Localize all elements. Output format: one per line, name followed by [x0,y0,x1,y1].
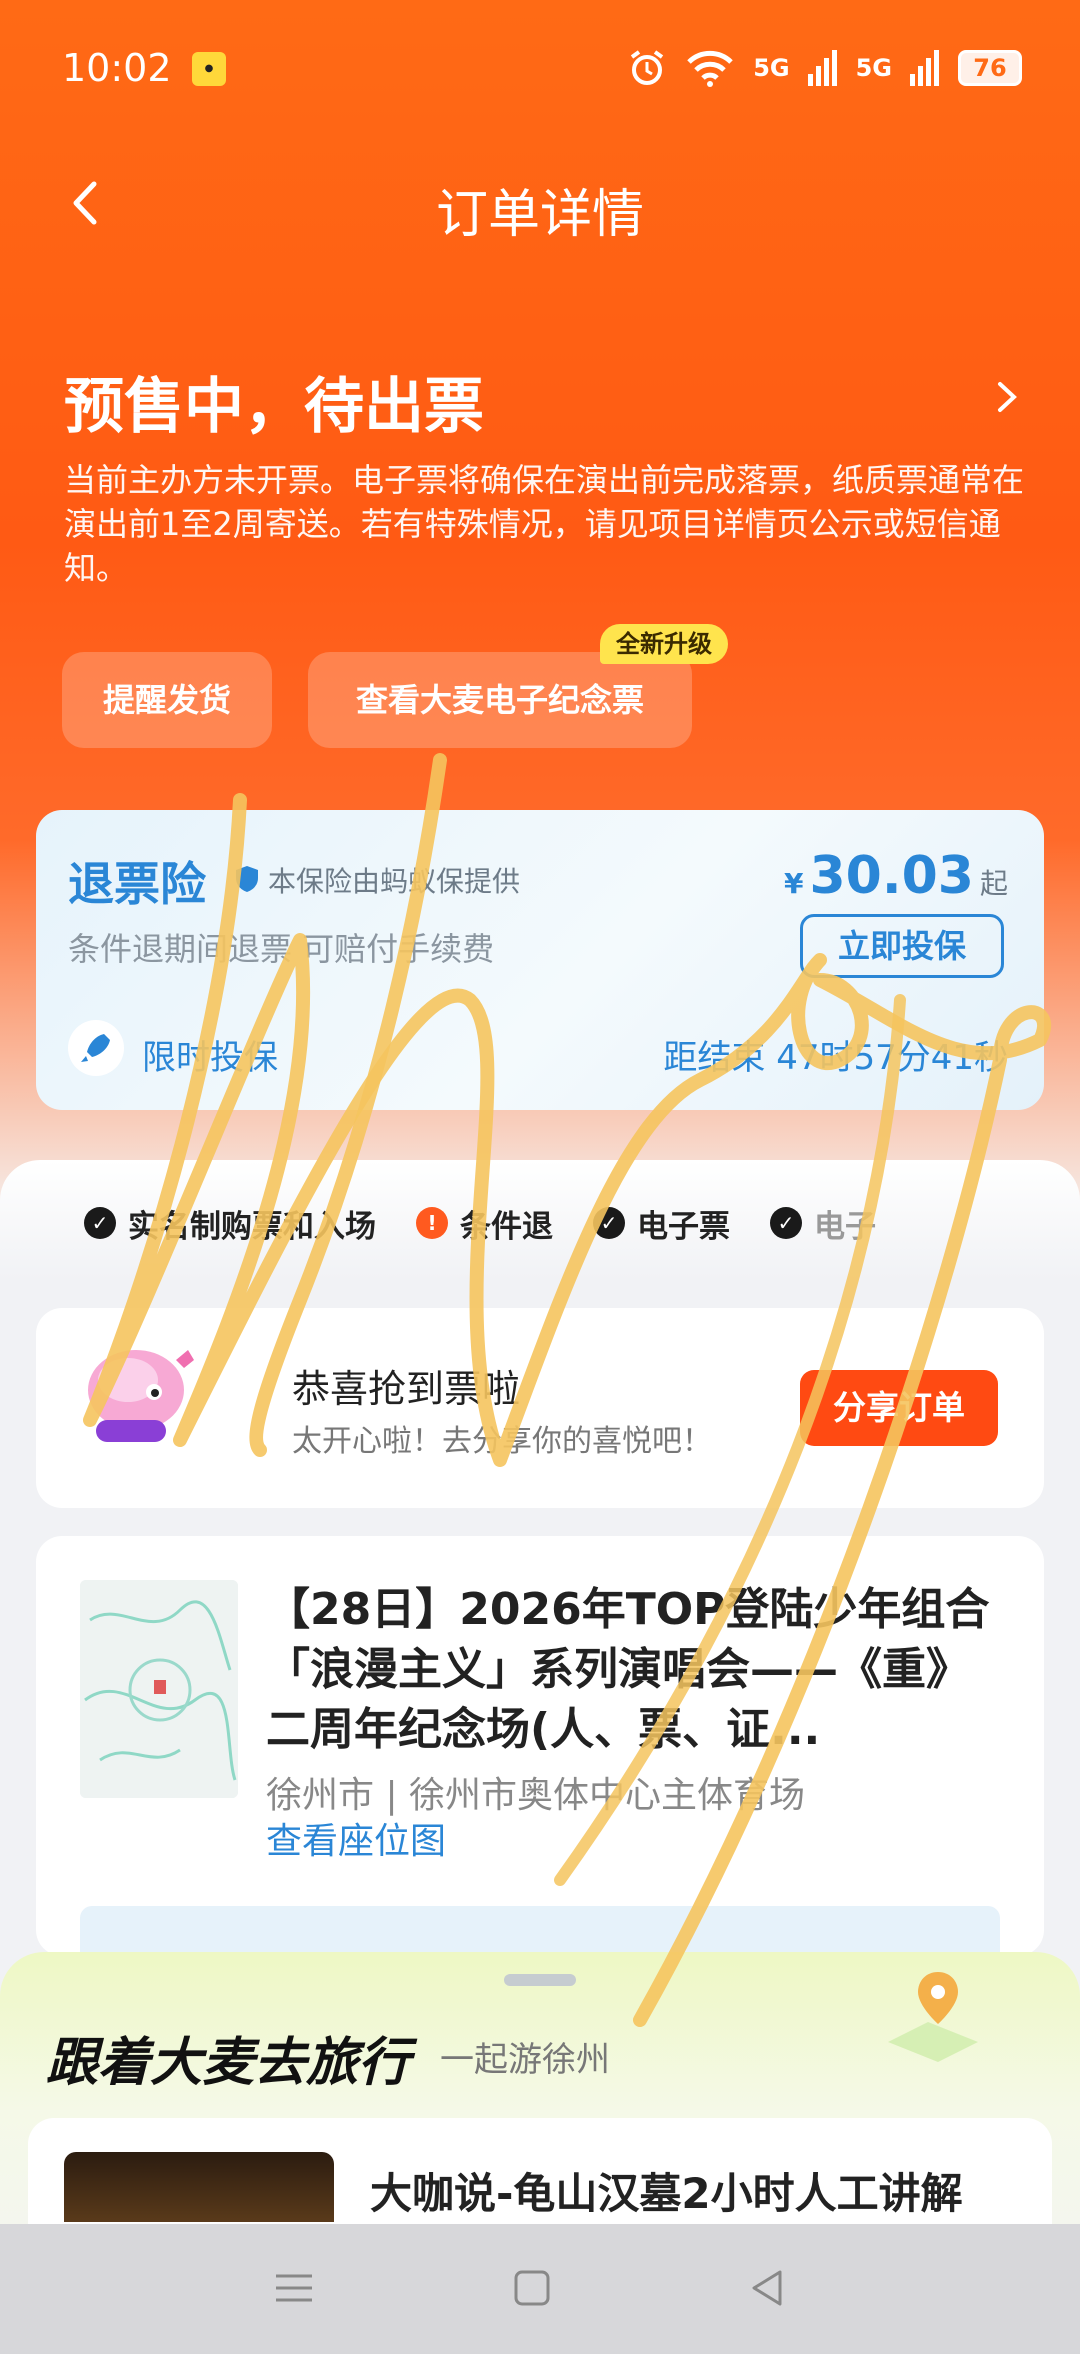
price-suffix: 起 [979,867,1008,900]
show-venue: 徐州市 | 徐州市奥体中心主体育场 [266,1775,806,1816]
show-poster[interactable] [80,1580,238,1798]
battery-icon: 76 [958,50,1022,86]
insurance-subtitle: 条件退期间退票 可赔付手续费 [68,930,495,968]
price-value: 30.03 [809,846,974,906]
insurance-provider: 本保险由蚂蚁保提供 [268,865,521,898]
feature-eticket: ✓ 电子票 [593,1198,730,1248]
order-status-description: 当前主办方未开票。电子票将确保在演出前完成落票，纸质票通常在演出前1至2周寄送。… [64,461,1025,587]
check-icon: ✓ [593,1207,625,1239]
signal-1-icon [807,50,837,86]
buy-insurance-button[interactable]: 立即投保 [800,914,1004,978]
page-title: 订单详情 [435,185,644,245]
sheet-drag-handle[interactable] [504,1974,576,1986]
signal-1-label: 5G [753,54,790,82]
nav-bar: 订单详情 [0,160,1080,250]
feature-eticket-2: ✓ 电子 [770,1198,876,1248]
remind-delivery-button[interactable]: 提醒发货 [62,652,272,748]
order-status-title[interactable]: 预售中，待出票 [64,358,484,445]
feature-label: 条件退 [460,1208,553,1245]
back-triangle-icon[interactable] [744,2264,792,2312]
status-icons: 5G 5G 76 [627,48,1022,88]
status-time: 10:02 [62,46,172,90]
status-bar: 10:02 ● 5G 5G 76 [0,0,1080,140]
upgrade-badge: 全新升级 [600,624,728,664]
signal-2-label: 5G [855,54,892,82]
menu-icon[interactable] [270,2264,318,2312]
shield-icon [236,866,258,892]
show-title: 【28日】2026年TOP登陆少年组合「浪漫主义」系列演唱会——《重》二周年纪念… [266,1584,990,1755]
map-pin-icon [888,1972,978,2062]
share-title: 恭喜抢到票啦 [292,1367,521,1411]
feature-conditional-refund: ! 条件退 [416,1198,553,1248]
ticket-features-row[interactable]: ✓ 实名制购票和入场 ! 条件退 ✓ 电子票 ✓ 电子 [84,1198,984,1248]
limited-time-label: 限时投保 [142,1038,278,1078]
share-subtitle: 太开心啦！去分享你的喜悦吧！ [292,1424,712,1459]
feature-realname: ✓ 实名制购票和入场 [84,1198,376,1248]
insurance-title: 退票险 [68,857,206,911]
view-souvenir-ticket-button[interactable]: 查看大麦电子纪念票 [308,652,692,748]
check-icon: ✓ [84,1207,116,1239]
view-seatmap-link[interactable]: 查看座位图 [266,1812,446,1864]
system-nav-bar [0,2224,1080,2354]
feature-label: 电子票 [637,1208,730,1245]
travel-subtitle: 一起游徐州 [440,2040,610,2080]
insurance-price: ¥ 30.03 起 [784,846,1008,906]
home-icon[interactable] [508,2264,556,2312]
signal-2-icon [910,50,939,86]
feature-label: 电子 [814,1208,876,1245]
share-order-button[interactable]: 分享订单 [800,1370,998,1446]
trip-thumbnail [64,2152,334,2222]
mascot-illustration [88,1350,194,1442]
trip-title: 大咖说-龟山汉墓2小时人工讲解 [370,2169,963,2218]
alarm-icon [631,50,664,85]
app-notification-icon: ● [192,52,226,86]
rocket-icon [68,1020,124,1076]
check-icon: ✓ [770,1207,802,1239]
chevron-right-icon[interactable] [990,380,1024,414]
travel-title: 跟着大麦去旅行 [46,2033,411,2093]
refund-insurance-card[interactable]: 退票险 本保险由蚂蚁保提供 ¥ 30.03 起 条件退期间退票 可赔付手续费 立… [36,810,1044,1110]
wifi-icon [687,50,733,87]
price-currency: ¥ [784,867,804,900]
countdown-timer: 距结束 47时57分41秒 [663,1038,1008,1078]
feature-label: 实名制购票和入场 [128,1208,376,1245]
warning-icon: ! [416,1207,448,1239]
